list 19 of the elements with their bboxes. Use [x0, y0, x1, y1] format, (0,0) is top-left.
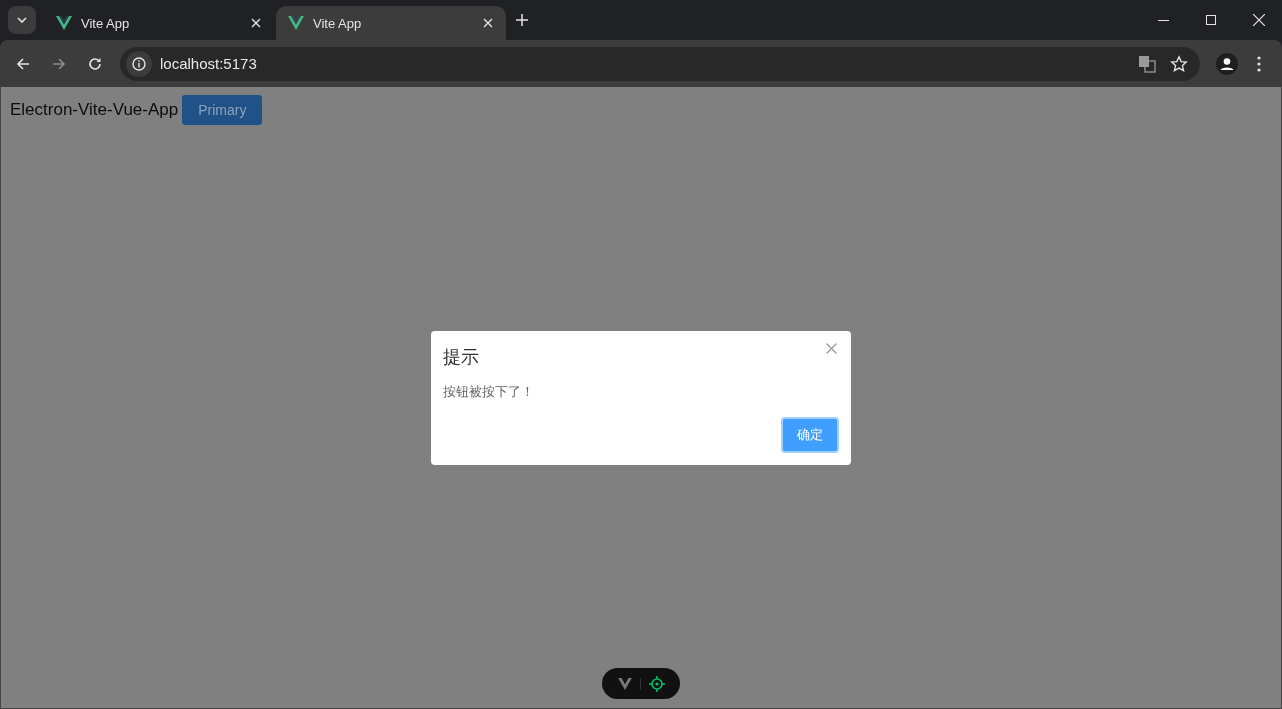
app-title: Electron-Vite-Vue-App: [10, 100, 179, 120]
chevron-down-icon: [17, 17, 27, 23]
browser-tab[interactable]: Vite App: [276, 6, 506, 40]
address-bar[interactable]: localhost:5173: [120, 46, 1200, 81]
tab-title: Vite App: [81, 15, 131, 31]
profile-icon[interactable]: [1216, 52, 1238, 75]
info-icon[interactable]: [126, 50, 152, 77]
star-icon[interactable]: [1170, 54, 1188, 73]
vue-logo-icon: [288, 16, 304, 30]
new-tab-icon[interactable]: [516, 14, 528, 26]
dialog-message: 按钮被按下了！: [443, 382, 535, 401]
vue-logo-icon: [56, 16, 72, 30]
tab-search-button[interactable]: [8, 6, 36, 34]
dialog-title: 提示: [443, 345, 479, 369]
vue-logo-icon[interactable]: [617, 677, 632, 690]
url-text: localhost:5173: [160, 55, 258, 72]
tab-title: Vite App: [313, 15, 363, 31]
browser-tab[interactable]: Vite App: [44, 6, 274, 40]
target-icon[interactable]: [648, 675, 665, 692]
